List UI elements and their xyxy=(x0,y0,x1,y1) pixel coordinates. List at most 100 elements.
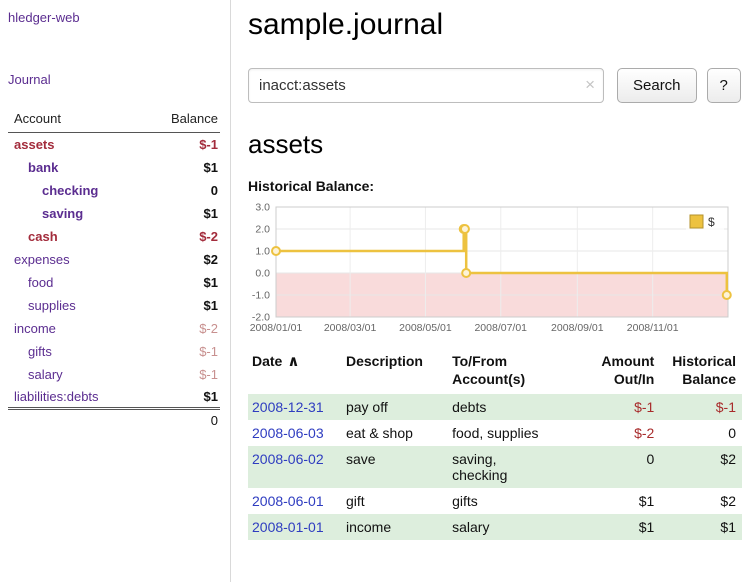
account-link-supplies[interactable]: supplies xyxy=(28,298,76,313)
svg-text:2.0: 2.0 xyxy=(255,224,270,236)
txn-date-cell: 2008-06-01 xyxy=(248,488,346,514)
account-link-food[interactable]: food xyxy=(28,275,53,290)
account-balance: $1 xyxy=(145,156,220,179)
register-header-row: Date ∧ Description To/From Account(s) Amo… xyxy=(248,350,742,394)
txn-date-cell: 2008-01-01 xyxy=(248,514,346,540)
svg-text:3.0: 3.0 xyxy=(255,202,270,214)
register-header-balance: Historical Balance xyxy=(660,350,742,394)
txn-amount: $1 xyxy=(573,514,661,540)
svg-text:2008/11/01: 2008/11/01 xyxy=(627,322,679,334)
search-button[interactable]: Search xyxy=(617,68,697,103)
txn-description: gift xyxy=(346,488,452,514)
help-button[interactable]: ? xyxy=(707,68,741,103)
clear-search-icon[interactable]: × xyxy=(585,76,595,93)
accounts-header-row: Account Balance xyxy=(8,107,220,133)
account-balance: $1 xyxy=(145,202,220,225)
txn-accounts: food, supplies xyxy=(452,420,572,446)
app-title-link[interactable]: hledger-web xyxy=(8,10,220,25)
register-table: Date ∧ Description To/From Account(s) Amo… xyxy=(248,350,742,540)
page-title: sample.journal xyxy=(248,8,742,42)
txn-date-link[interactable]: 2008-06-01 xyxy=(252,493,324,509)
svg-text:2008/05/01: 2008/05/01 xyxy=(399,322,452,334)
svg-text:2008/01/01: 2008/01/01 xyxy=(250,322,303,334)
txn-date-link[interactable]: 2008-12-31 xyxy=(252,399,324,415)
account-balance: $2 xyxy=(145,248,220,271)
chart-title: Historical Balance: xyxy=(248,178,742,194)
register-header-amount: Amount Out/In xyxy=(573,350,661,394)
txn-balance: $1 xyxy=(660,514,742,540)
register-header-date[interactable]: Date ∧ xyxy=(248,350,346,394)
txn-date-cell: 2008-06-03 xyxy=(248,420,346,446)
txn-date-link[interactable]: 2008-01-01 xyxy=(252,519,324,535)
txn-description: eat & shop xyxy=(346,420,452,446)
register-row: 2008-06-01 gift gifts $1 $2 xyxy=(248,488,742,514)
txn-balance: $-1 xyxy=(660,394,742,420)
account-row: expenses $2 xyxy=(8,248,220,271)
account-link-saving[interactable]: saving xyxy=(42,206,83,221)
txn-amount: 0 xyxy=(573,446,661,488)
main-content: sample.journal × Search ? assets Histori… xyxy=(248,0,742,540)
txn-balance: $2 xyxy=(660,446,742,488)
svg-text:-1.0: -1.0 xyxy=(252,290,270,302)
sort-ascending-icon: ∧ xyxy=(287,353,299,370)
account-link-expenses[interactable]: expenses xyxy=(14,252,70,267)
txn-amount: $-2 xyxy=(573,420,661,446)
account-row: saving $1 xyxy=(8,202,220,225)
account-row: bank $1 xyxy=(8,156,220,179)
account-link-bank[interactable]: bank xyxy=(28,160,58,175)
txn-amount: $-1 xyxy=(573,394,661,420)
account-balance: $-1 xyxy=(145,133,220,156)
account-link-gifts[interactable]: gifts xyxy=(28,344,52,359)
account-row: income $-2 xyxy=(8,317,220,340)
register-row: 2008-06-02 save saving, checking 0 $2 xyxy=(248,446,742,488)
account-balance: 0 xyxy=(145,179,220,202)
search-input[interactable] xyxy=(248,68,604,103)
txn-date-link[interactable]: 2008-06-03 xyxy=(252,425,324,441)
txn-amount: $1 xyxy=(573,488,661,514)
sidebar-journal-link[interactable]: Journal xyxy=(8,72,220,87)
txn-date-link[interactable]: 2008-06-02 xyxy=(252,451,324,467)
register-header-description: Description xyxy=(346,350,452,394)
txn-description: income xyxy=(346,514,452,540)
accounts-total-value: 0 xyxy=(145,409,220,432)
account-link-assets[interactable]: assets xyxy=(14,137,54,152)
txn-date-cell: 2008-06-02 xyxy=(248,446,346,488)
txn-description: save xyxy=(346,446,452,488)
txn-balance: $2 xyxy=(660,488,742,514)
account-row: supplies $1 xyxy=(8,294,220,317)
txn-accounts: debts xyxy=(452,394,572,420)
account-row: liabilities:debts $1 xyxy=(8,386,220,409)
account-balance: $1 xyxy=(145,294,220,317)
svg-text:2008/07/01: 2008/07/01 xyxy=(474,322,527,334)
account-link-income[interactable]: income xyxy=(14,321,56,336)
txn-balance: 0 xyxy=(660,420,742,446)
account-link-liabilities-debts[interactable]: liabilities:debts xyxy=(14,389,99,404)
txn-accounts: saving, checking xyxy=(452,446,572,488)
balance-chart-svg: 3.02.01.00.0-1.0-2.02008/01/012008/03/01… xyxy=(248,200,735,338)
txn-date-cell: 2008-12-31 xyxy=(248,394,346,420)
account-row: salary $-1 xyxy=(8,363,220,386)
account-link-cash[interactable]: cash xyxy=(28,229,58,244)
accounts-total-row: 0 xyxy=(8,409,220,432)
account-balance: $-1 xyxy=(145,340,220,363)
account-balance: $1 xyxy=(145,386,220,409)
account-balance: $-1 xyxy=(145,363,220,386)
txn-accounts: gifts xyxy=(452,488,572,514)
balance-chart: 3.02.01.00.0-1.0-2.02008/01/012008/03/01… xyxy=(248,200,742,338)
register-header-accounts: To/From Account(s) xyxy=(452,350,572,394)
svg-text:1.0: 1.0 xyxy=(255,246,270,258)
account-balance: $1 xyxy=(145,271,220,294)
txn-accounts: salary xyxy=(452,514,572,540)
search-form: × Search ? xyxy=(248,68,742,103)
accounts-header-balance: Balance xyxy=(145,107,220,133)
account-row: checking 0 xyxy=(8,179,220,202)
register-row: 2008-12-31 pay off debts $-1 $-1 xyxy=(248,394,742,420)
account-row: cash $-2 xyxy=(8,225,220,248)
svg-text:$: $ xyxy=(708,215,715,229)
account-link-salary[interactable]: salary xyxy=(28,367,63,382)
svg-text:0.0: 0.0 xyxy=(255,268,270,280)
account-balance: $-2 xyxy=(145,317,220,340)
txn-description: pay off xyxy=(346,394,452,420)
account-link-checking[interactable]: checking xyxy=(42,183,98,198)
register-header-date-label: Date xyxy=(252,353,282,369)
